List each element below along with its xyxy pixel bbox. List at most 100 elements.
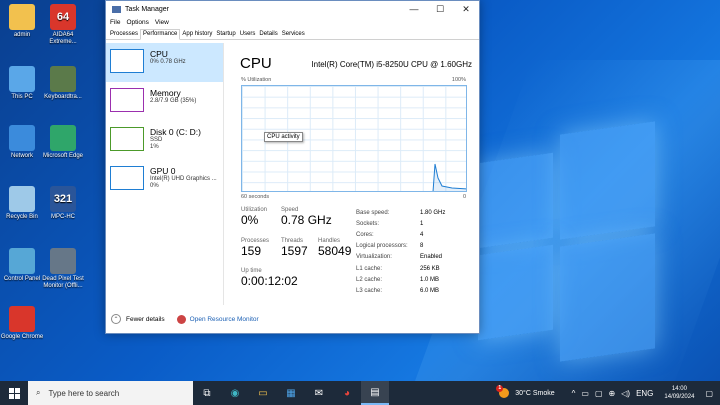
language-indicator[interactable]: ENG	[636, 389, 653, 398]
desktop-icon-label: Google Chrome	[0, 334, 44, 340]
store-taskbar-icon[interactable]: ▦	[277, 381, 305, 405]
stat-value: 1597	[281, 244, 308, 258]
app-icon: 321	[50, 186, 76, 212]
weather-widget[interactable]: 1 30°C Smoke	[496, 385, 555, 398]
fewer-details-link[interactable]: Fewer details	[126, 316, 165, 323]
resource-memory[interactable]: Memory 2.8/7.9 GB (35%)	[106, 82, 223, 121]
desktop-icon[interactable]: Keyboardtra...	[41, 66, 85, 101]
cpu-heading: CPU	[240, 55, 272, 72]
spec-key: Cores:	[356, 231, 374, 238]
spec-row: Base speed: 1.80 GHz	[356, 207, 445, 218]
desktop-icon[interactable]: Control Panel	[0, 248, 44, 283]
task-view-button[interactable]: ⧉	[193, 381, 221, 405]
resource-detail: 0%	[150, 183, 159, 189]
tab-details[interactable]: Details	[257, 31, 279, 39]
network-icon[interactable]: ⊕	[609, 389, 616, 398]
search-icon: ⌕	[36, 388, 41, 397]
spec-key: Base speed:	[356, 209, 390, 216]
spec-key: Virtualization:	[356, 254, 392, 261]
app-icon	[9, 248, 35, 274]
memory-mini-graph	[110, 88, 144, 112]
tab-services[interactable]: Services	[280, 31, 307, 39]
edge-taskbar-icon[interactable]: ◉	[221, 381, 249, 405]
app-icon	[50, 125, 76, 151]
desktop-icon-label: admin	[13, 32, 31, 38]
menu-view[interactable]: View	[155, 19, 169, 26]
resource-gpu[interactable]: GPU 0 Intel(R) UHD Graphics ... 0%	[106, 160, 223, 199]
cpu-specs: Base speed: 1.80 GHz Sockets: 1 Cores: 4 Logic…	[356, 207, 445, 297]
tab-startup[interactable]: Startup	[214, 31, 237, 39]
cpu-mini-graph	[110, 49, 144, 73]
desktop-icon[interactable]: Recycle Bin	[0, 186, 44, 221]
spec-row: Virtualization: Enabled	[356, 252, 445, 263]
tab-bar: Processes Performance App history Startu…	[106, 28, 479, 40]
spec-row: L1 cache: 256 KB	[356, 263, 445, 274]
desktop-icon-label: MPC-HC	[51, 214, 75, 220]
resource-disk[interactable]: Disk 0 (C: D:) SSD 1%	[106, 121, 223, 160]
menu-options[interactable]: Options	[126, 19, 148, 26]
resource-cpu[interactable]: CPU 0% 0.78 GHz	[106, 43, 223, 82]
chrome-taskbar-icon[interactable]: ◕	[333, 381, 361, 405]
resource-name: Memory	[150, 88, 181, 98]
desktop-icon-label: Keyboardtra...	[44, 94, 82, 100]
spec-value: 1	[420, 220, 424, 227]
spec-value: 4	[420, 231, 424, 238]
time-axis-left: 60 seconds	[241, 194, 270, 200]
stat-threads: Threads 1597	[281, 238, 308, 258]
desktop-icon[interactable]: Dead Pixel Test Monitor (Offli...	[41, 248, 85, 290]
desktop-icon[interactable]: Google Chrome	[0, 306, 44, 341]
window-title: Task Manager	[125, 5, 169, 13]
tab-processes[interactable]: Processes	[108, 31, 140, 39]
volume-icon[interactable]: ◁)	[621, 389, 630, 398]
desktop-icon[interactable]: admin	[0, 4, 44, 39]
resource-detail: 0% 0.78 GHz	[150, 59, 186, 65]
system-tray: 1 30°C Smoke ^ ▭ ▢ ⊕ ◁) ENG 14:00 14/09/…	[496, 381, 720, 405]
minimize-button[interactable]: —	[401, 4, 427, 15]
chevron-up-icon[interactable]: ⌃	[111, 314, 121, 324]
spec-value: Enabled	[420, 254, 443, 261]
stat-value: 0:00:12:02	[241, 274, 298, 288]
file-explorer-taskbar-icon[interactable]: ▭	[249, 381, 277, 405]
battery-icon[interactable]: ▭	[581, 389, 589, 398]
desktop-icon[interactable]: 64 AIDA64 Extreme...	[41, 4, 85, 46]
cpu-usage-graph[interactable]: CPU activity	[241, 85, 467, 192]
app-icon	[9, 4, 35, 30]
cpu-detail-panel: CPU Intel(R) Core(TM) i5-8250U CPU @ 1.6…	[228, 43, 478, 305]
resource-detail: Intel(R) UHD Graphics ...	[150, 176, 217, 182]
desktop-icon[interactable]: 321 MPC-HC	[41, 186, 85, 221]
desktop-icon[interactable]: Network	[0, 125, 44, 160]
resource-detail: 1%	[150, 144, 159, 150]
weather-text: 30°C Smoke	[515, 389, 555, 397]
maximize-button[interactable]: ☐	[427, 4, 453, 15]
task-manager-window[interactable]: Task Manager — ☐ ✕ File Options View Pro…	[105, 0, 480, 334]
resource-monitor-icon	[176, 314, 186, 324]
app-icon	[9, 66, 35, 92]
taskbar-search-box[interactable]: ⌕ Type here to search	[28, 381, 193, 405]
spec-row: Cores: 4	[356, 229, 445, 240]
title-bar[interactable]: Task Manager — ☐ ✕	[106, 1, 479, 17]
chevron-up-icon[interactable]: ^	[572, 389, 576, 398]
tab-users[interactable]: Users	[238, 31, 258, 39]
spec-value: 256 KB	[420, 265, 440, 272]
desktop-icon-label: This PC	[11, 94, 33, 100]
stat-value: 58049	[318, 244, 352, 258]
clock-time: 14:00	[671, 386, 687, 392]
cpu-model: Intel(R) Core(TM) i5-8250U CPU @ 1.60GHz	[311, 60, 472, 69]
open-resource-monitor-link[interactable]: Open Resource Monitor	[190, 316, 259, 323]
desktop-icon[interactable]: This PC	[0, 66, 44, 101]
search-placeholder: Type here to search	[48, 388, 120, 398]
desktop-icon[interactable]: Microsoft Edge	[41, 125, 85, 160]
menu-file[interactable]: File	[110, 19, 120, 26]
action-center-icon[interactable]: ▢	[595, 389, 603, 398]
utilization-max-label: 100%	[451, 77, 466, 83]
disk-mini-graph	[110, 127, 144, 151]
mail-taskbar-icon[interactable]: ✉	[305, 381, 333, 405]
start-button[interactable]	[0, 381, 28, 405]
tab-app-history[interactable]: App history	[180, 31, 214, 39]
tab-performance[interactable]: Performance	[140, 29, 181, 40]
close-button[interactable]: ✕	[453, 4, 479, 15]
desktop-icon-label: AIDA64 Extreme...	[49, 32, 77, 45]
task-manager-taskbar-icon[interactable]: ▤	[361, 381, 389, 405]
notifications-icon[interactable]: ▢	[705, 389, 713, 398]
clock[interactable]: 14:00 14/09/2024	[664, 385, 694, 401]
